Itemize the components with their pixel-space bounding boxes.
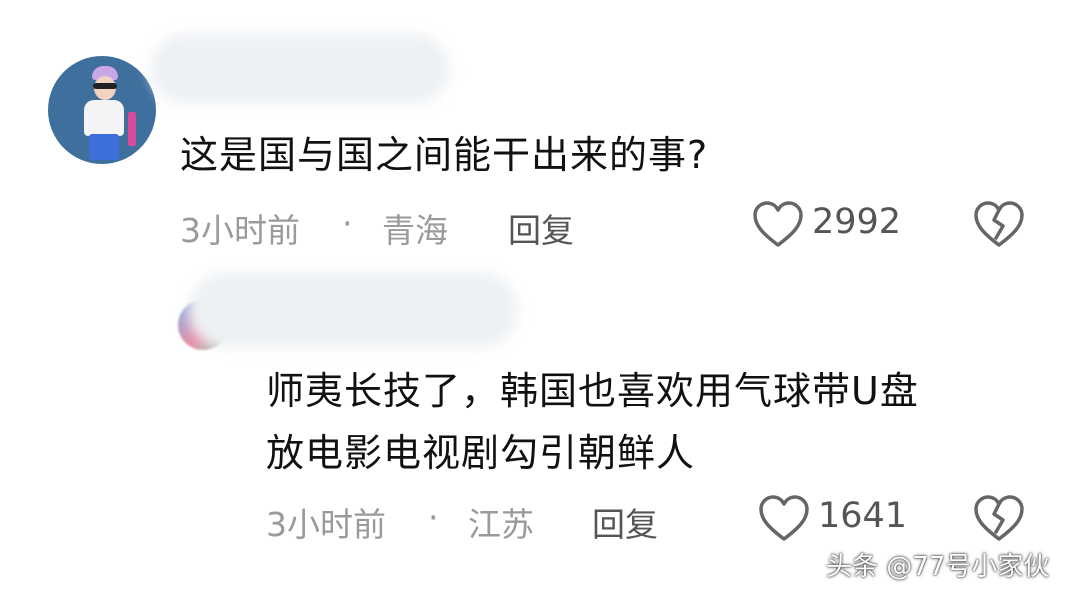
avatar-glasses [93,83,117,89]
like-count: 2992 [812,202,902,242]
comment-text-line2: 放电影电视剧勾引朝鲜人 [266,431,696,475]
comment-time: 3小时前 [266,505,386,544]
comment-text-line1: 师夷长技了，韩国也喜欢用气球带U盘 [266,369,919,413]
avatar-sign [128,112,136,146]
reply-button[interactable]: 回复 [508,204,574,252]
reply-button[interactable]: 回复 [592,498,658,546]
blurred-username [150,34,450,104]
comment-time: 3小时前 [180,211,300,250]
heart-outline-icon[interactable] [758,494,810,544]
like-count: 1641 [818,496,908,536]
watermark-text: 头条 @77号小家伙 [826,552,1050,582]
comment-text: 这是国与国之间能干出来的事? [180,133,709,177]
heart-outline-icon[interactable] [752,200,804,250]
avatar-legs [89,134,119,160]
meta-separator: · [428,498,439,537]
comment-location: 青海 [382,211,448,250]
user-avatar[interactable] [48,56,156,164]
meta-separator: · [342,204,353,243]
blurred-username [188,272,518,348]
avatar-body [84,100,124,136]
comment-location: 江苏 [468,505,534,544]
broken-heart-icon[interactable] [973,200,1025,250]
broken-heart-icon[interactable] [973,494,1025,544]
